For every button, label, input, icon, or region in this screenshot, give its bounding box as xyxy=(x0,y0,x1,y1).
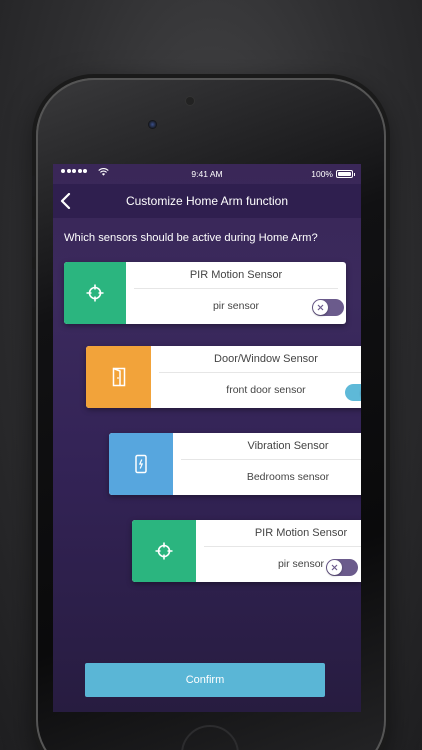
sensor-card: Door/Window Sensor front door sensor xyxy=(86,346,361,408)
status-bar: 9:41 AM 100% xyxy=(53,164,361,184)
battery-icon xyxy=(336,170,355,178)
front-camera xyxy=(148,120,157,129)
sensor-info: Door/Window Sensor front door sensor xyxy=(151,346,361,408)
sensor-toggle[interactable] xyxy=(326,559,358,576)
sensor-toggle[interactable] xyxy=(312,299,344,316)
sensor-card: PIR Motion Sensor pir sensor xyxy=(132,520,361,582)
volume-up-button xyxy=(32,218,35,258)
sensor-name: front door sensor xyxy=(226,384,306,396)
sensor-card: Vibration Sensor Bedrooms sensor xyxy=(109,433,361,495)
mute-switch xyxy=(32,175,35,197)
sensor-info: Vibration Sensor Bedrooms sensor xyxy=(173,433,361,495)
toggle-knob xyxy=(313,300,328,315)
earpiece xyxy=(186,97,194,105)
sensor-type: PIR Motion Sensor xyxy=(254,527,348,539)
sensor-tile xyxy=(86,346,151,408)
divider xyxy=(159,372,361,373)
sensor-type: Vibration Sensor xyxy=(247,440,329,452)
sensor-info: PIR Motion Sensor pir sensor xyxy=(196,520,361,582)
close-icon xyxy=(331,564,338,571)
sensor-name: Bedrooms sensor xyxy=(246,471,330,483)
sensor-type: Door/Window Sensor xyxy=(214,353,318,365)
door-icon xyxy=(112,367,125,387)
sensor-tile xyxy=(109,433,173,495)
crosshair-icon xyxy=(155,542,173,560)
sensor-tile xyxy=(64,262,126,324)
sensor-tile xyxy=(132,520,196,582)
page-title: Customize Home Arm function xyxy=(125,194,289,208)
crosshair-icon xyxy=(86,284,104,302)
vibration-icon xyxy=(135,454,147,474)
question-text: Which sensors should be active during Ho… xyxy=(64,232,318,244)
divider xyxy=(204,546,361,547)
close-icon xyxy=(317,304,324,311)
power-button xyxy=(387,228,390,288)
sensor-info: PIR Motion Sensor pir sensor xyxy=(126,262,346,324)
home-button[interactable] xyxy=(181,725,239,750)
nav-bar: Customize Home Arm function xyxy=(53,184,361,218)
sensor-card: PIR Motion Sensor pir sensor xyxy=(64,262,346,324)
divider xyxy=(181,459,361,460)
confirm-button[interactable]: Confirm xyxy=(85,663,325,697)
battery-percent: 100% xyxy=(311,169,333,179)
sensor-type: PIR Motion Sensor xyxy=(189,269,283,281)
toggle-knob xyxy=(327,560,342,575)
sensor-toggle[interactable] xyxy=(345,384,361,401)
app-screen: 9:41 AM 100% Customize Home Arm function… xyxy=(53,164,361,712)
divider xyxy=(134,288,338,289)
volume-down-button xyxy=(32,268,35,308)
